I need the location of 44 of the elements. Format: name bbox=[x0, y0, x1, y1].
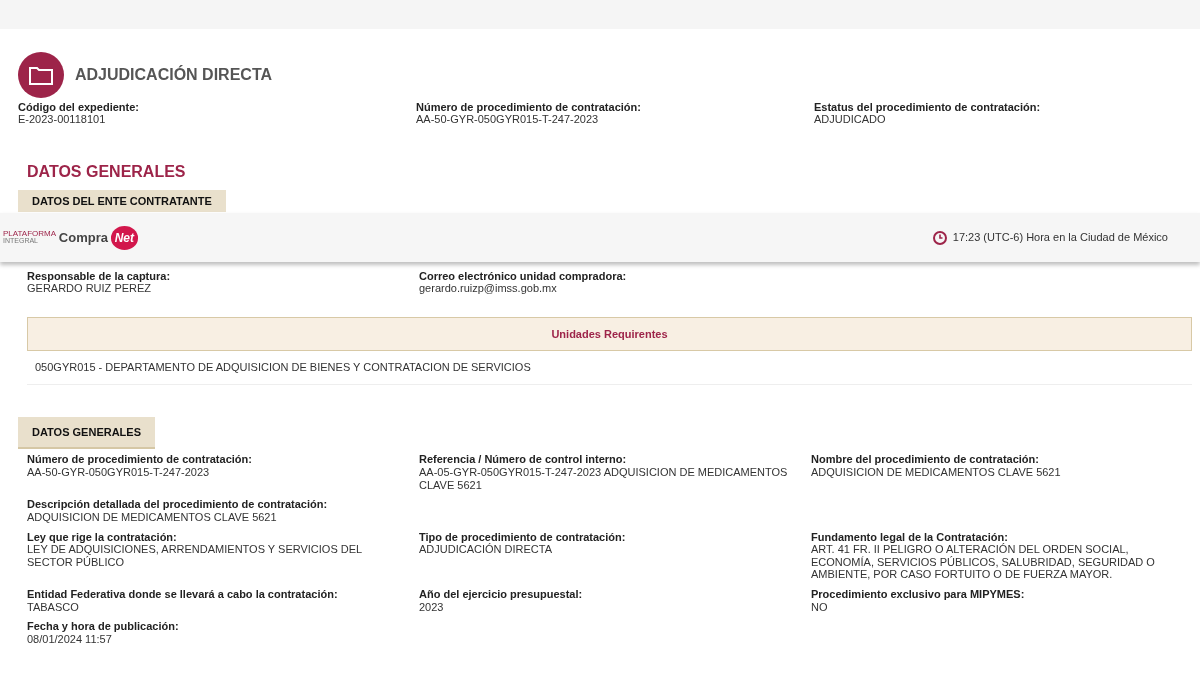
field-value: ART. 41 FR. II PELIGRO O ALTERACIÓN DEL ORDEN SOCIAL, ECONOMÍA, SERVICIOS PÚBLICOS, SALUBRIDAD, SEGURIDAD O AMBIENTE, POR CASO FORTUITO O DE FUERZA MAYOR. bbox=[811, 543, 1156, 582]
field-value: AA-50-GYR-050GYR015-T-247-2023 bbox=[416, 113, 600, 127]
field-label: Procedimiento exclusivo para MIPYMES: bbox=[811, 588, 1026, 601]
field-value: ADJUDICACIÓN DIRECTA bbox=[419, 543, 554, 556]
field-label: Ley que rige la contratación: bbox=[27, 530, 178, 544]
tab[interactable]: DATOS DEL ENTE CONTRATANTE bbox=[18, 190, 226, 212]
field-value: AA-05-GYR-050GYR015-T-247-2023 ADQUISICION DE MEDICAMENTOS CLAVE 5621 bbox=[419, 465, 789, 492]
logo-text: PLATAFORMA bbox=[3, 230, 57, 238]
field-value: ADQUISICION DE MEDICAMENTOS CLAVE 5621 bbox=[27, 510, 278, 524]
field-value: gerardo.ruizp@imss.gob.mx bbox=[419, 282, 558, 295]
field-value: E-2023-00118101 bbox=[18, 113, 107, 127]
field-value: ADJUDICADO bbox=[814, 113, 887, 127]
field-value: 08/01/2024 11:57 bbox=[27, 633, 113, 646]
field-value: ADQUISICION DE MEDICAMENTOS CLAVE 5621 bbox=[811, 465, 1062, 479]
field-value: NO bbox=[811, 600, 829, 614]
field-label: Correo electrónico unidad compradora: bbox=[419, 269, 628, 283]
field-label: Fundamento legal de la Contratación: bbox=[811, 530, 1009, 543]
field-value: AA-50-GYR-050GYR015-T-247-2023 bbox=[27, 465, 211, 479]
tab[interactable]: DATOS GENERALES bbox=[18, 416, 155, 450]
field-value: LEY DE ADQUISICIONES, ARRENDAMIENTOS Y SERVICIOS DEL SECTOR PÚBLICO bbox=[27, 543, 363, 569]
logo-text: Compra bbox=[58, 228, 108, 247]
panel-header: Unidades Requirentes bbox=[27, 316, 1192, 352]
field-label: Responsable de la captura: bbox=[27, 269, 172, 283]
field-value: GERARDO RUIZ PEREZ bbox=[27, 282, 153, 295]
field-label: Número de procedimiento de contratación: bbox=[27, 453, 253, 466]
clock-text: 17:23 (UTC-6) Hora en la Ciudad de México bbox=[952, 230, 1168, 246]
field-label: Referencia / Número de control interno: bbox=[419, 453, 628, 466]
field-label: Tipo de procedimiento de contratación: bbox=[419, 530, 627, 544]
field-label: Número de procedimiento de contratación: bbox=[416, 100, 642, 114]
field-value: 2023 bbox=[419, 600, 445, 614]
logo-mark: Net bbox=[110, 225, 138, 250]
list-row: 050GYR015 - DEPARTAMENTO DE ADQUISICION DE BIENES Y CONTRATACION DE SERVICIOS bbox=[27, 351, 1192, 385]
folder-icon bbox=[18, 52, 64, 98]
page-title: ADJUDICACIÓN DIRECTA bbox=[75, 64, 273, 85]
field-label: Año del ejercicio presupuestal: bbox=[419, 588, 584, 601]
field-label: Descripción detallada del procedimiento de contratación: bbox=[27, 498, 329, 511]
field-label: Fecha y hora de publicación: bbox=[27, 620, 180, 633]
field-label: Código del expediente: bbox=[18, 100, 140, 114]
field-label: Nombre del procedimiento de contratación: bbox=[811, 453, 1040, 466]
field-label: Estatus del procedimiento de contratación: bbox=[814, 100, 1042, 114]
field-label: Entidad Federativa donde se llevará a cabo la contratación: bbox=[27, 588, 339, 601]
section-title: DATOS GENERALES bbox=[27, 162, 187, 183]
field-value: TABASCO bbox=[27, 600, 80, 614]
clock-icon bbox=[933, 230, 948, 245]
